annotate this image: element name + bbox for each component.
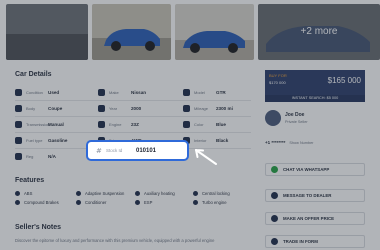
stock-id-label: Stock Id [106, 148, 123, 153]
pointer-arrow-icon [195, 149, 217, 165]
listing-page: +2 more Car Details Condition Used Make Ni… [0, 0, 380, 250]
focus-overlay [0, 0, 380, 250]
stock-id-field[interactable]: # Stock Id 010101 [86, 140, 189, 161]
hash-icon: # [96, 146, 102, 155]
stock-id-value: 010101 [136, 147, 157, 154]
